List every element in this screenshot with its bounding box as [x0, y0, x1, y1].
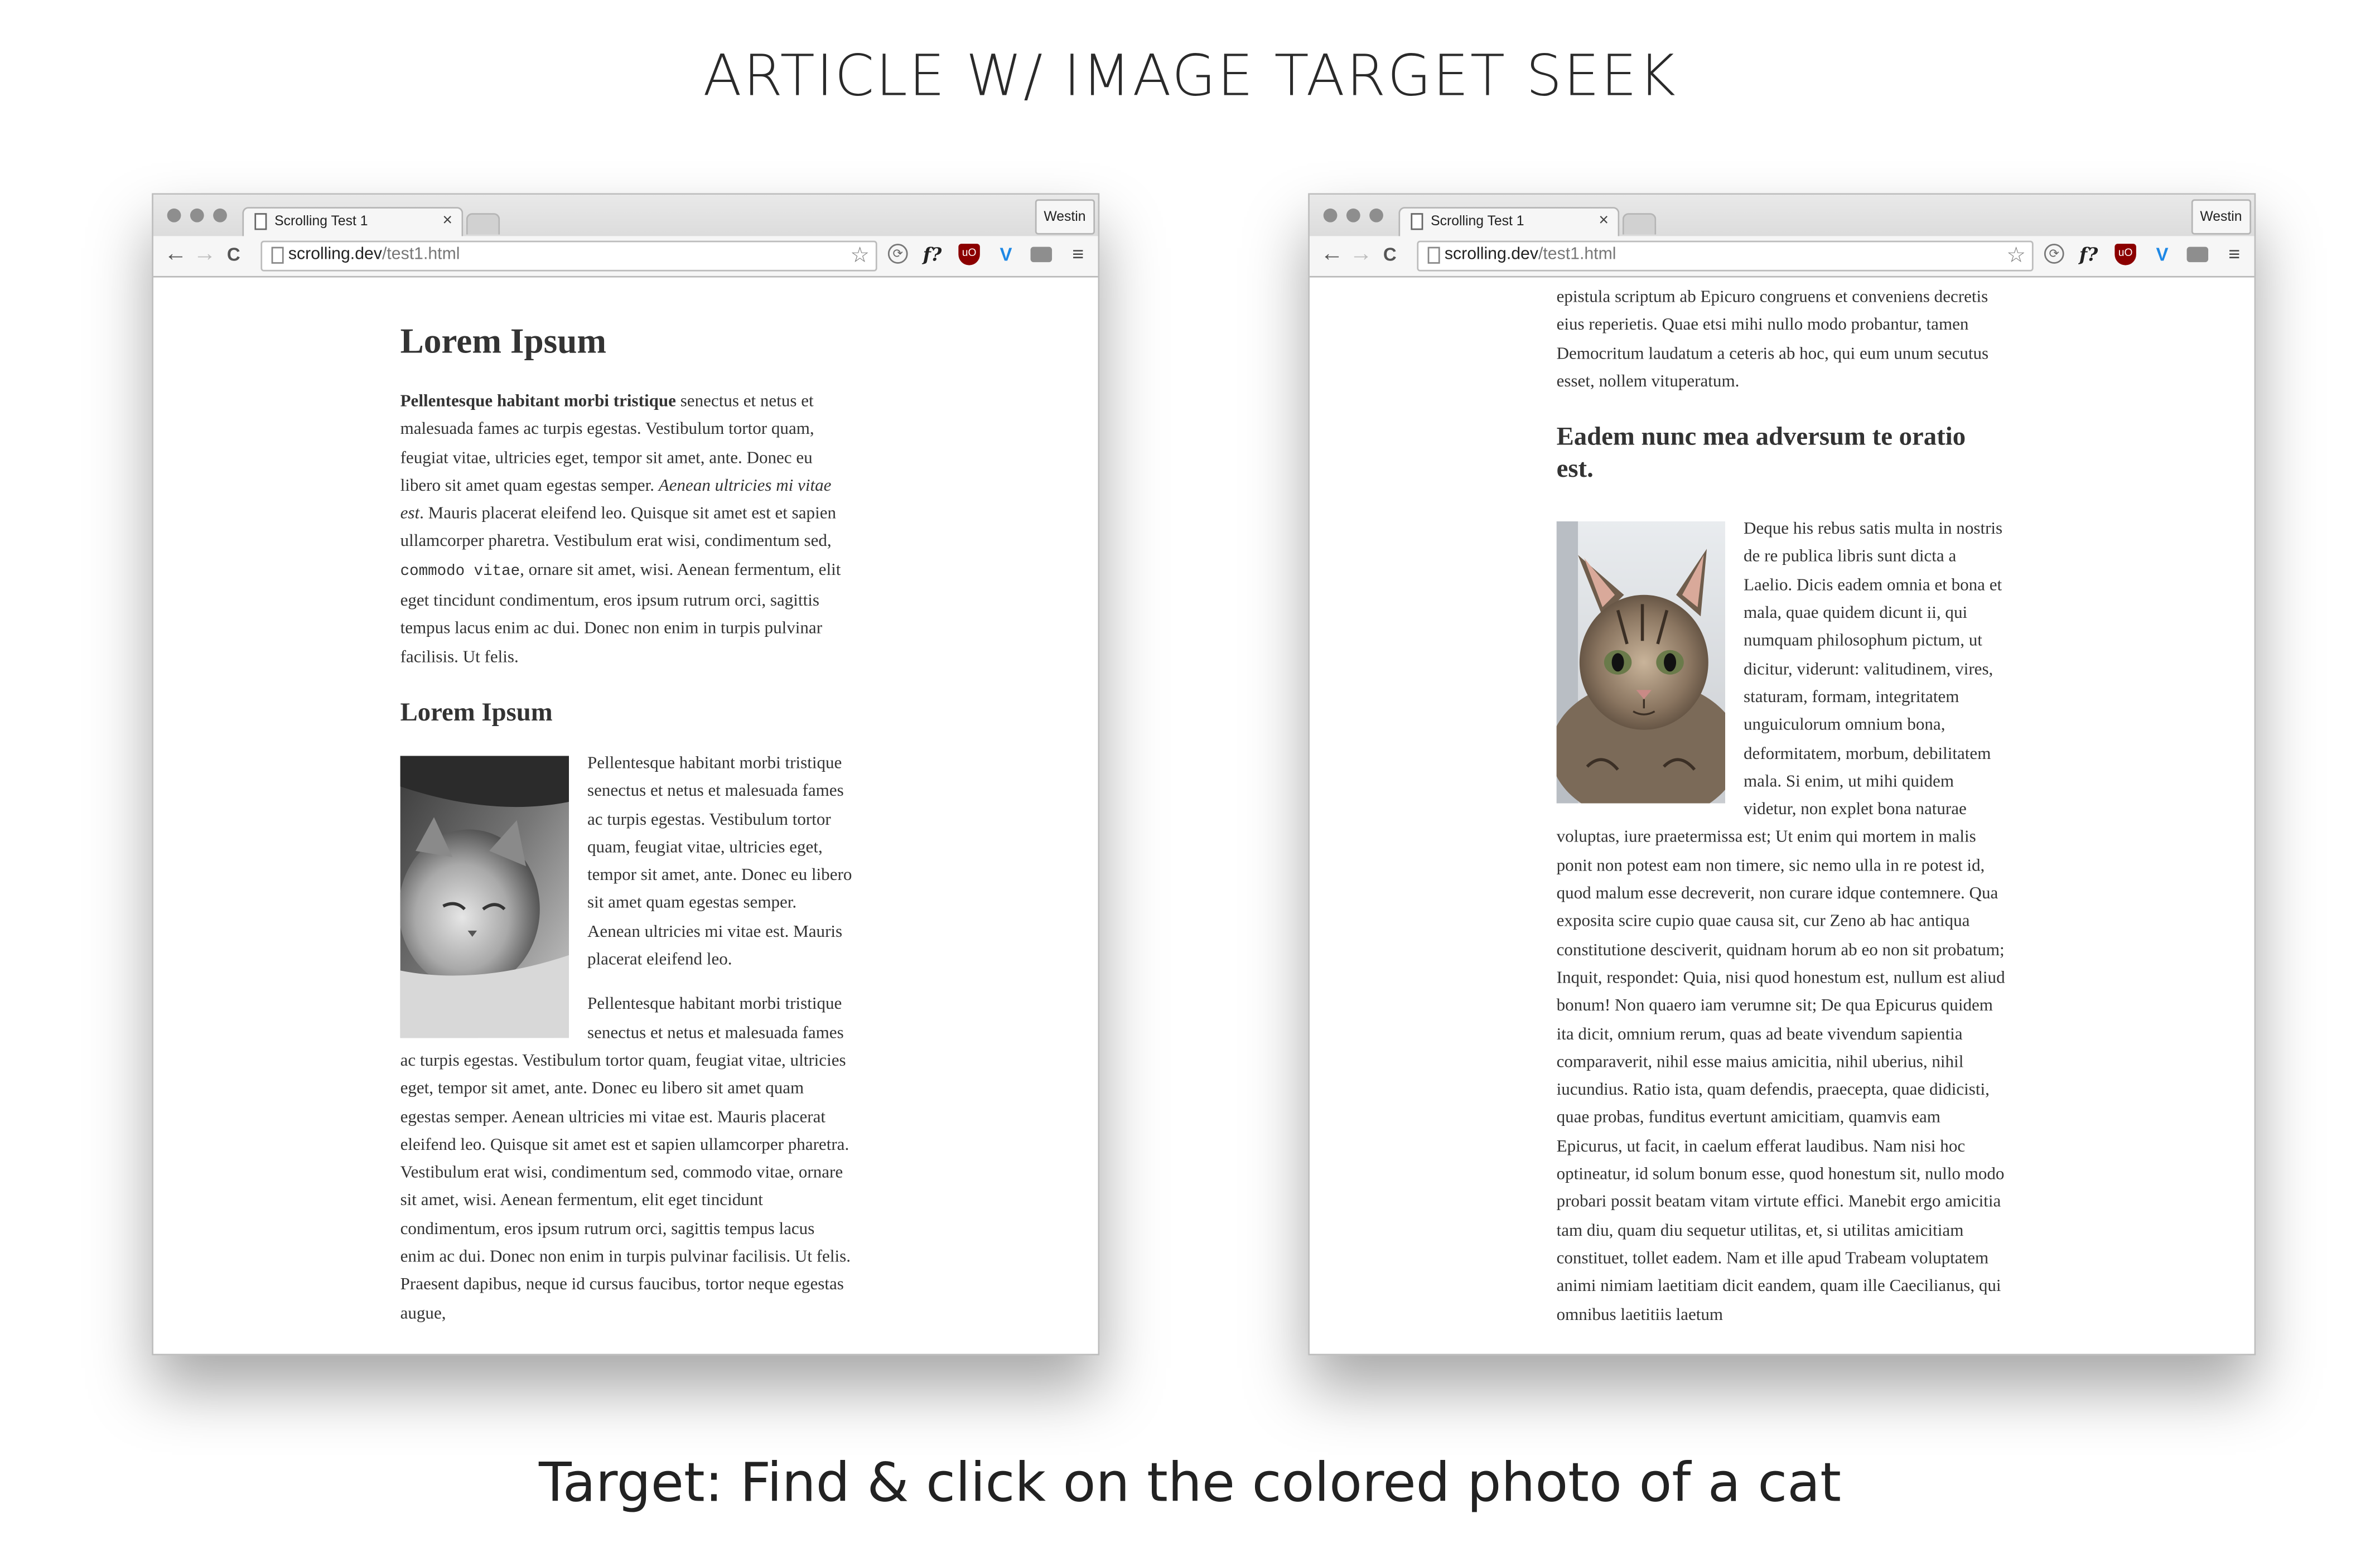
forward-arrow-icon[interactable]: → [193, 241, 216, 267]
reload-icon[interactable]: C [227, 242, 240, 267]
address-bar[interactable]: scrolling.dev/test1.html ☆ [1417, 240, 2034, 272]
v-extension-icon[interactable]: V [2151, 244, 2173, 265]
new-tab-button[interactable] [1622, 213, 1657, 235]
colored-cat-photo[interactable] [1556, 521, 1726, 804]
slide: ARTICLE W/ IMAGE TARGET SEEK Scrolling T… [0, 0, 2380, 1567]
browser-toolbar: ← → C scrolling.dev/test1.html ☆ ⟳ f? uO… [1309, 236, 2255, 278]
bookmark-star-icon[interactable]: ☆ [850, 242, 870, 268]
tab-title: Scrolling Test 1 [1431, 213, 1524, 229]
font-extension-icon[interactable]: f? [2078, 244, 2099, 265]
grayscale-cat-photo[interactable] [400, 756, 569, 1038]
back-arrow-icon[interactable]: ← [164, 241, 187, 267]
forward-arrow-icon[interactable]: → [1349, 241, 1372, 267]
browser-window-right: Scrolling Test 1 × Westin ← → C scrollin… [1308, 193, 2256, 1356]
menu-icon[interactable]: ≡ [1068, 243, 1089, 265]
page-viewport[interactable]: Lorem Ipsum Pellentesque habitant morbi … [153, 277, 1098, 1354]
title-bar: Scrolling Test 1 × Westin [1309, 195, 2255, 239]
folder-extension-icon[interactable] [2186, 246, 2209, 263]
new-tab-button[interactable] [466, 213, 500, 235]
v-extension-icon[interactable]: V [995, 244, 1016, 265]
profile-button[interactable]: Westin [2190, 199, 2252, 235]
browser-window-left: Scrolling Test 1 × Westin ← → C scrollin… [152, 193, 1100, 1356]
url-text: scrolling.dev/test1.html [1444, 245, 1616, 264]
page-viewport[interactable]: epistula scriptum ab Epicuro congruens e… [1309, 277, 2255, 1354]
close-window-button[interactable] [1323, 208, 1338, 223]
document-icon [254, 213, 267, 230]
page-icon [1427, 246, 1440, 264]
sync-extension-icon[interactable]: ⟳ [887, 244, 908, 264]
browser-toolbar: ← → C scrolling.dev/test1.html ☆ ⟳ f? uO… [153, 236, 1098, 278]
article-title: Lorem Ipsum [400, 322, 607, 361]
section-heading: Lorem Ipsum [400, 697, 553, 727]
menu-icon[interactable]: ≡ [2224, 243, 2245, 265]
tab-scrolling-test[interactable]: Scrolling Test 1 × [242, 207, 464, 239]
back-arrow-icon[interactable]: ← [1320, 241, 1343, 267]
zoom-window-button[interactable] [213, 208, 227, 223]
title-bar: Scrolling Test 1 × Westin [153, 195, 1098, 239]
document-icon [1411, 213, 1423, 230]
url-text: scrolling.dev/test1.html [288, 245, 460, 264]
zoom-window-button[interactable] [1369, 208, 1383, 223]
ublock-extension-icon[interactable]: uO [2115, 244, 2136, 265]
article: Lorem Ipsum Pellentesque habitant morbi … [400, 321, 853, 1328]
minimize-window-button[interactable] [190, 208, 204, 223]
folder-extension-icon[interactable] [1030, 246, 1053, 263]
body-paragraph: Pellentesque habitant morbi tristique se… [400, 995, 851, 1323]
profile-button[interactable]: Westin [1034, 199, 1095, 235]
address-bar[interactable]: scrolling.dev/test1.html ☆ [260, 240, 877, 272]
tab-scrolling-test[interactable]: Scrolling Test 1 × [1398, 207, 1620, 239]
close-window-button[interactable] [167, 208, 181, 223]
task-caption: Target: Find & click on the colored phot… [539, 1453, 1841, 1515]
tab-close-icon[interactable]: × [442, 211, 452, 230]
bookmark-star-icon[interactable]: ☆ [2006, 242, 2026, 268]
body-paragraph: epistula scriptum ab Epicuro congruens e… [1556, 288, 1989, 391]
minimize-window-button[interactable] [1346, 208, 1360, 223]
section-heading: Eadem nunc mea adversum te oratio est. [1556, 422, 1966, 483]
reload-icon[interactable]: C [1383, 242, 1397, 267]
article: epistula scriptum ab Epicuro congruens e… [1556, 284, 2009, 1329]
page-icon [271, 246, 284, 264]
intro-paragraph: Pellentesque habitant morbi tristique se… [400, 392, 841, 667]
tab-close-icon[interactable]: × [1599, 211, 1609, 230]
page-title: ARTICLE W/ IMAGE TARGET SEEK [703, 42, 1677, 109]
ublock-extension-icon[interactable]: uO [958, 244, 980, 265]
font-extension-icon[interactable]: f? [921, 244, 943, 265]
sync-extension-icon[interactable]: ⟳ [2044, 244, 2064, 264]
tab-title: Scrolling Test 1 [274, 213, 368, 229]
